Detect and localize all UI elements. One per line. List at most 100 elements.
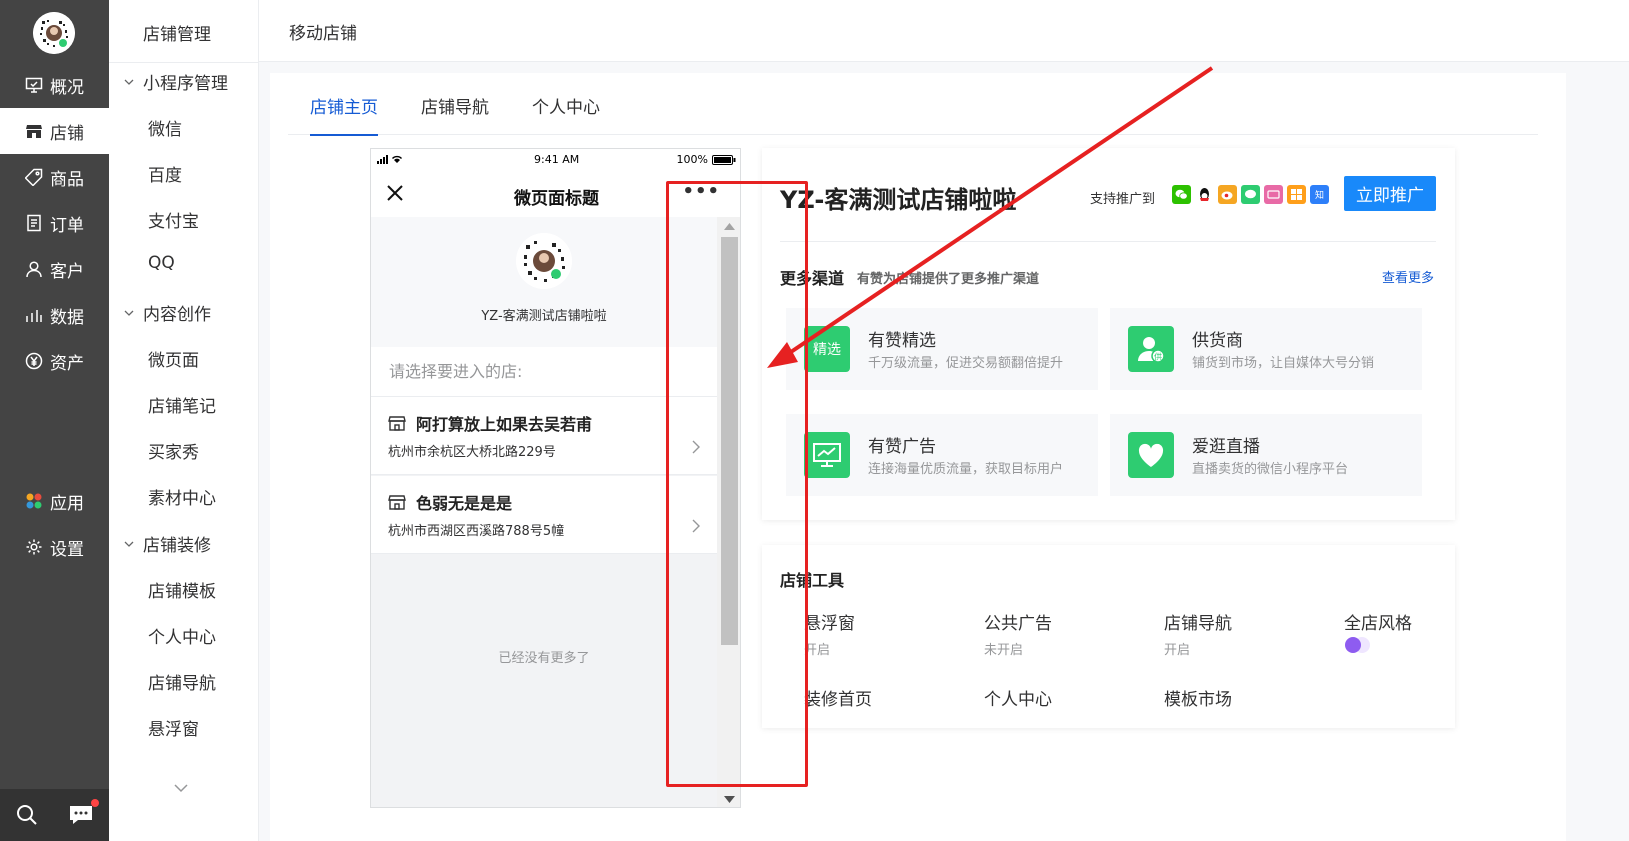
scrollbar-thumb[interactable] [721, 237, 738, 645]
supplier-icon: 供 [1128, 326, 1174, 372]
nav-data-label: 数据 [50, 307, 84, 328]
shop-avatar[interactable] [33, 12, 75, 54]
nav-overview[interactable]: 概况 [0, 62, 109, 108]
subnav-item-micropage[interactable]: 微页面 [148, 346, 199, 371]
monitor-icon [24, 75, 44, 95]
nav-settings[interactable]: 设置 [0, 524, 109, 570]
nav-customers[interactable]: 客户 [0, 246, 109, 292]
subnav-item-baidu[interactable]: 百度 [148, 161, 182, 186]
subnav-item-alipay[interactable]: 支付宝 [148, 207, 199, 232]
tile-description: 直播卖货的微信小程序平台 [1192, 462, 1349, 477]
qq-icon[interactable] [1195, 185, 1214, 204]
tab-store-home[interactable]: 店铺主页 [310, 93, 378, 136]
nav-orders-label: 订单 [50, 215, 84, 236]
channel-tile-supplier[interactable]: 供 供货商 铺货到市场，让自媒体大号分销 [1110, 308, 1422, 390]
chevron-down-icon [124, 79, 134, 85]
subnav-item-material[interactable]: 素材中心 [148, 484, 216, 509]
tool-personal-center[interactable]: 个人中心 [984, 685, 1052, 710]
promote-button[interactable]: 立即推广 [1344, 176, 1436, 211]
tile-description: 千万级流量，促进交易额翻倍提升 [868, 356, 1064, 371]
store-list-item[interactable]: 阿打算放上如果去吴若甫 杭州市余杭区大桥北路229号 [371, 397, 717, 475]
subnav-title: 店铺管理 [143, 25, 211, 45]
more-channels-title: 更多渠道 [780, 269, 845, 288]
phone-battery: 100% [677, 153, 736, 166]
more-icon[interactable]: ••• [682, 181, 720, 202]
subnav-group-content[interactable]: 内容创作 [123, 300, 211, 325]
zhihu-icon[interactable]: 知 [1310, 185, 1329, 204]
channel-tile-live[interactable]: 爱逛直播 直播卖货的微信小程序平台 [1110, 414, 1422, 496]
subnav-item-buyer-show[interactable]: 买家秀 [148, 438, 199, 463]
nav-apps[interactable]: 应用 [0, 478, 109, 524]
store-list-item[interactable]: 色弱无是是是 杭州市西湖区西溪路788号5幢 [371, 476, 717, 554]
tool-store-style[interactable]: 全店风格 [1344, 609, 1412, 634]
heart-icon [1128, 432, 1174, 478]
phone-time: 9:41 AM [534, 153, 580, 166]
chat-icon [70, 806, 92, 824]
tile-title: 有赞精选 [868, 331, 936, 351]
global-search-button[interactable] [0, 789, 54, 841]
message-icon[interactable] [1241, 185, 1260, 204]
app-root: 概况 店铺 商品 订单 客户 数据 资产 应用 设置 店铺管理 小程序管理 微信… [0, 0, 1629, 841]
nav-apps-label: 应用 [50, 493, 84, 514]
subnav-item-template[interactable]: 店铺模板 [148, 577, 216, 602]
subnav-item-qq[interactable]: QQ [148, 253, 175, 273]
nav-assets[interactable]: 资产 [0, 338, 109, 384]
subnav-item-wechat[interactable]: 微信 [148, 115, 182, 140]
main-panel: 店铺主页 店铺导航 个人中心 9:41 AM 100% 微页面标题 ••• YZ… [270, 73, 1566, 841]
nav-goods-label: 商品 [50, 169, 84, 190]
tool-status: 未开启 [984, 643, 1024, 658]
scroll-up-icon[interactable] [724, 223, 735, 230]
style-color-swatch[interactable] [1344, 636, 1380, 654]
store-icon [388, 495, 406, 510]
apps-icon [24, 491, 44, 511]
tile-description: 铺货到市场，让自媒体大号分销 [1192, 356, 1375, 371]
subnav-group-label: 店铺装修 [143, 536, 211, 556]
subnav-item-float-window[interactable]: 悬浮窗 [148, 715, 199, 740]
weibo-icon[interactable] [1218, 185, 1237, 204]
tool-decorate-home[interactable]: 装修首页 [804, 685, 872, 710]
nav-goods[interactable]: 商品 [0, 154, 109, 200]
chevron-down-icon [124, 541, 134, 547]
bar-chart-icon [24, 305, 44, 325]
signal-icon [377, 154, 405, 164]
subnav-item-notes[interactable]: 店铺笔记 [148, 392, 216, 417]
tool-public-ads[interactable]: 公共广告 未开启 [984, 609, 1052, 658]
more-channels-subtitle: 有赞为店铺提供了更多推广渠道 [857, 272, 1040, 287]
scroll-down-icon[interactable] [724, 796, 735, 803]
chevron-down-icon [124, 310, 134, 316]
tile-title: 有赞广告 [868, 437, 936, 457]
subnav-group-decoration[interactable]: 店铺装修 [123, 531, 211, 556]
tile-description: 连接海量优质流量，获取目标用户 [868, 462, 1064, 477]
nav-data[interactable]: 数据 [0, 292, 109, 338]
nav-store[interactable]: 店铺 [0, 108, 109, 154]
view-more-link[interactable]: 查看更多 [1382, 267, 1434, 286]
phone-shop-header: YZ-客满测试店铺啦啦 [371, 217, 717, 347]
wechat-icon[interactable] [1172, 185, 1191, 204]
divider [109, 62, 259, 63]
nav-orders[interactable]: 订单 [0, 200, 109, 246]
order-icon [24, 213, 44, 233]
baidu-icon[interactable] [1287, 185, 1306, 204]
message-button[interactable] [54, 789, 108, 841]
tool-store-navigation[interactable]: 店铺导航 开启 [1164, 609, 1232, 658]
phone-scrollbar[interactable] [717, 217, 740, 807]
channel-tile-youzan-select[interactable]: 精选 有赞精选 千万级流量，促进交易额翻倍提升 [786, 308, 1098, 390]
phone-preview: 9:41 AM 100% 微页面标题 ••• YZ-客满测试店铺啦啦 请选择要进… [370, 148, 741, 808]
tool-float-window[interactable]: 悬浮窗 开启 [804, 609, 855, 658]
tool-template-market[interactable]: 模板市场 [1164, 685, 1232, 710]
phone-nav-bar: 微页面标题 ••• [371, 171, 740, 217]
live-icon[interactable] [1264, 185, 1283, 204]
subnav-item-navigation[interactable]: 店铺导航 [148, 669, 216, 694]
tab-personal-center[interactable]: 个人中心 [532, 93, 600, 134]
store-name: 色弱无是是是 [416, 494, 513, 513]
subnav-group-miniprogram[interactable]: 小程序管理 [123, 69, 228, 94]
subnav-item-personal[interactable]: 个人中心 [148, 623, 216, 648]
tab-store-navigation[interactable]: 店铺导航 [421, 93, 489, 134]
support-label: 支持推广到 [1090, 192, 1156, 207]
channel-tile-youzan-ads[interactable]: 有赞广告 连接海量优质流量，获取目标用户 [786, 414, 1098, 496]
phone-shop-name: YZ-客满测试店铺啦啦 [481, 309, 607, 324]
nav-store-label: 店铺 [50, 123, 84, 144]
user-icon [24, 259, 44, 279]
chevron-down-icon[interactable] [171, 778, 191, 798]
shop-title: YZ-客满测试店铺啦啦 [780, 186, 1017, 214]
